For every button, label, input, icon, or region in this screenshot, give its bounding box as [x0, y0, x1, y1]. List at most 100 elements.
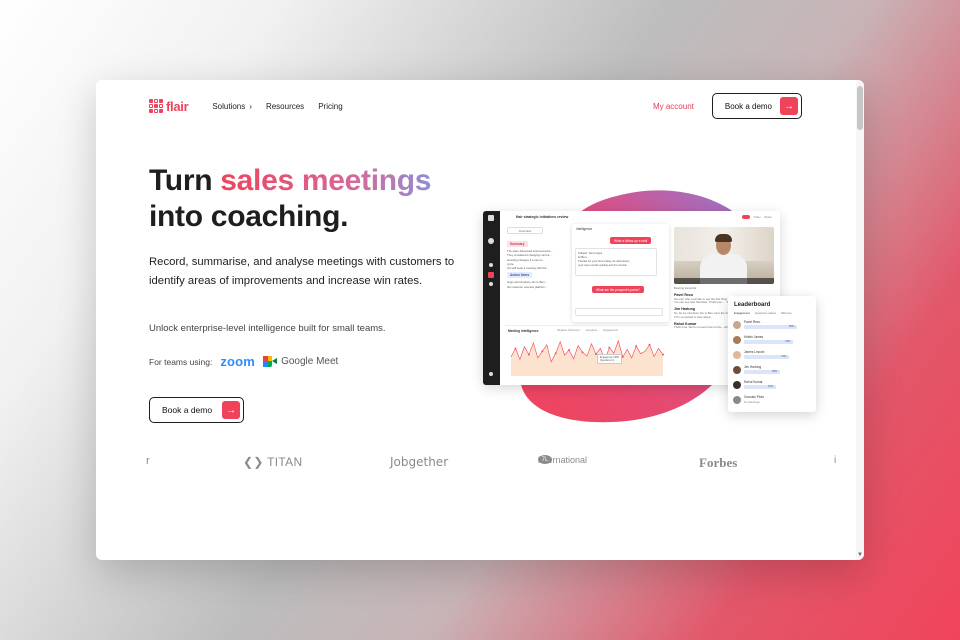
- toggle-label-share: Share: [763, 215, 772, 219]
- lb-name: Rahul Kumar: [744, 380, 763, 384]
- lb-tab: Questions asked: [754, 311, 776, 315]
- action-items-tag: Action Items: [507, 272, 533, 279]
- app-meeting-title: flair strategic initiatives review: [516, 215, 569, 219]
- logo-text: flair: [166, 98, 189, 114]
- nav-right: My account Book a demo →: [653, 93, 802, 119]
- lb-value: 52%: [768, 385, 774, 388]
- summary-line: Jim will book a meeting with the...: [507, 266, 549, 271]
- avatar: [733, 321, 741, 329]
- avatar: [733, 336, 741, 344]
- meeting-intelligence-chart: Meeting Intelligence Negative Sentiment …: [505, 325, 669, 381]
- avatar: [733, 366, 741, 374]
- hero-title-accent: sales meetings: [220, 164, 432, 197]
- list-icon: [489, 263, 493, 267]
- book-demo-label: Book a demo: [724, 101, 772, 111]
- user-icon: [488, 238, 494, 244]
- email-draft: Subject: Next steps Hi Ben, Thanks for y…: [575, 248, 657, 276]
- google-meet-label: Google Meet: [281, 356, 339, 367]
- overview-tab: Overview: [507, 227, 543, 234]
- titan-mark-icon: ❮❯: [243, 455, 268, 469]
- lb-tab: Engagement: [734, 311, 750, 315]
- lb-sub: No Meetings: [744, 400, 760, 404]
- lb-name: Gonzalo Pinto: [744, 395, 765, 399]
- teams-label: For teams using:: [149, 356, 213, 367]
- mi-point: [608, 346, 611, 349]
- calendar-icon: [488, 272, 494, 278]
- lb-value: 79%: [785, 340, 791, 343]
- leaderboard-row: Rahul Kumar 52%: [733, 380, 811, 392]
- titan-label: TITAN: [267, 455, 303, 469]
- pains-pill: What are the prospect's pains?: [592, 286, 644, 293]
- customer-logos: r ❮❯ TITAN Jobgether 7L international For…: [146, 455, 836, 475]
- nav-item-label: Solutions: [212, 101, 246, 111]
- intelligence-label: Intelligence: [576, 227, 593, 231]
- flair-logo-icon: [149, 99, 163, 113]
- mi-point: [662, 353, 664, 356]
- mi-point: [621, 356, 624, 358]
- international-badge-icon: 7L: [538, 455, 552, 464]
- mi-tooltip: Engagement 48% Questions (1): [597, 354, 623, 364]
- chart-icon: [489, 282, 493, 286]
- international-logo: 7L international: [538, 455, 587, 465]
- top-nav: flair Solutions › Resources Pricing My a…: [149, 93, 802, 119]
- leaderboard-row: Pavel Rezu 85%: [733, 320, 811, 332]
- arrow-right-icon: →: [222, 401, 241, 419]
- titan-logo: ❮❯ TITAN: [243, 455, 302, 469]
- mi-point: [581, 351, 584, 354]
- app-summary-panel: Overview Summary The team discussed impr…: [507, 227, 569, 307]
- forbes-logo: Forbes: [699, 455, 738, 470]
- lb-value: 58%: [772, 370, 778, 373]
- mi-point: [554, 352, 557, 355]
- hero-title-line2: into coaching.: [149, 200, 349, 233]
- nav-item-pricing[interactable]: Pricing: [318, 102, 342, 111]
- leaderboard-title: Leaderboard: [734, 302, 771, 308]
- leaderboard-row: James Lincoln 73%: [733, 350, 811, 362]
- ask-input: [575, 308, 663, 316]
- scroll-down-icon[interactable]: ▼: [857, 552, 863, 558]
- tooltip-line: Questions (1): [600, 359, 615, 362]
- arrow-right-icon: →: [780, 97, 798, 115]
- leaderboard-row: Kristin James 79%: [733, 335, 811, 347]
- book-demo-button-hero[interactable]: Book a demo →: [149, 397, 245, 423]
- app-toggle: Video Share: [742, 215, 772, 219]
- summary-tag: Summary: [507, 241, 528, 248]
- flair-logo[interactable]: flair: [149, 98, 189, 114]
- mi-point: [635, 345, 638, 347]
- mi-point: [648, 343, 651, 346]
- video-controls: [674, 278, 774, 284]
- intelligence-panel: Intelligence Write a follow-up e-mail Su…: [572, 224, 669, 322]
- avatar: [733, 381, 741, 389]
- nav-item-resources[interactable]: Resources: [266, 102, 304, 111]
- scrollbar-thumb[interactable]: [857, 86, 863, 130]
- email-line: your team works quickly and it's crucial…: [578, 263, 629, 267]
- mi-area: [511, 340, 663, 376]
- hero-subtitle: Record, summarise, and analyse meetings …: [149, 256, 455, 287]
- scrollbar[interactable]: ▼: [856, 80, 864, 560]
- nav-links: Solutions › Resources Pricing: [212, 102, 342, 111]
- mi-plot: [510, 339, 664, 376]
- lb-tab: Talk time: [780, 311, 792, 315]
- my-account-link[interactable]: My account: [653, 102, 694, 111]
- logo-fragment-right: i: [834, 455, 837, 466]
- lb-value: 85%: [789, 325, 795, 328]
- mi-point: [514, 347, 517, 350]
- integrations-row: For teams using: zoom Google Meet: [149, 354, 338, 369]
- lb-name: Kristin James: [744, 335, 764, 339]
- jobgether-logo: Jobgether: [390, 455, 449, 469]
- mi-point: [541, 350, 544, 353]
- lb-value: 73%: [781, 355, 787, 358]
- leaderboard-row: Gonzalo Pinto No Meetings: [733, 395, 811, 407]
- leaderboard-card: Leaderboard Engagement Questions asked T…: [728, 296, 816, 412]
- lb-name: Jim Hartung: [744, 365, 762, 369]
- leaderboard-row: Jim Hartung 58%: [733, 365, 811, 377]
- hero-title: Turn sales meetings into coaching.: [149, 163, 431, 235]
- book-demo-label: Book a demo: [162, 405, 213, 415]
- avatar: [733, 351, 741, 359]
- mi-point: [527, 353, 530, 356]
- google-meet-logo: Google Meet: [263, 356, 338, 367]
- book-demo-button-nav[interactable]: Book a demo →: [711, 93, 802, 119]
- followup-pill: Write a follow-up e-mail: [610, 237, 652, 244]
- toggle-switch: [742, 215, 751, 219]
- logout-icon: [489, 372, 493, 376]
- nav-item-solutions[interactable]: Solutions ›: [212, 102, 252, 111]
